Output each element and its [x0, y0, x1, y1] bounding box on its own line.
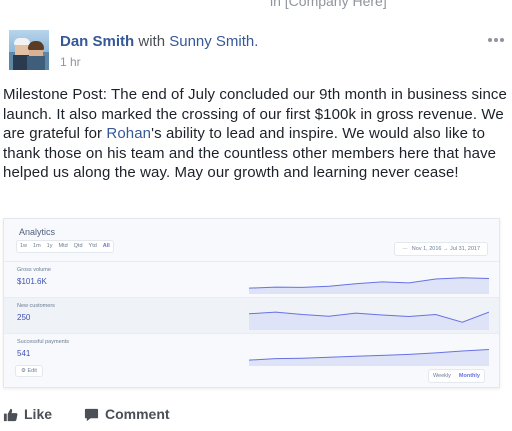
like-label: Like: [24, 406, 53, 422]
date-to: Jul 31, 2017: [450, 246, 480, 252]
comment-button[interactable]: Comment: [84, 404, 170, 424]
metric-row-gross-volume[interactable]: Gross volume $101.6K: [4, 261, 499, 297]
metric-value: 541: [17, 349, 31, 358]
edit-label: Edit: [27, 368, 37, 374]
metric-row-new-customers[interactable]: New customers 250: [4, 297, 499, 333]
metric-label: Successful payments: [17, 339, 69, 345]
view-option-weekly[interactable]: Weekly: [429, 370, 455, 382]
calendar-icon: ⁓: [402, 246, 408, 252]
metric-row-successful-payments[interactable]: Successful payments 541: [4, 333, 499, 369]
metric-value: 250: [17, 313, 31, 322]
view-toggle: Weekly Monthly: [427, 369, 485, 383]
post-actions-bar: Like Comment: [0, 404, 512, 426]
with-word: with: [138, 33, 166, 50]
author-name-link[interactable]: Dan Smith: [60, 33, 134, 50]
new-customers-sparkline: [249, 311, 489, 330]
analytics-title: Analytics: [19, 227, 56, 237]
more-options-icon[interactable]: [488, 36, 504, 44]
range-tab-qtd[interactable]: Qtd: [71, 241, 86, 252]
metric-label: Gross volume: [17, 267, 51, 273]
post-header: Dan Smith with Sunny Smith. 1 hr: [9, 30, 504, 72]
avatar[interactable]: [9, 30, 49, 70]
range-tabs: 1w 1m 1y Mtd Qtd Ytd All: [16, 240, 114, 253]
range-tab-1m[interactable]: 1m: [30, 241, 44, 252]
date-range-picker[interactable]: ⁓ Nov 1, 2016 → Jul 31, 2017: [394, 242, 488, 256]
post-body-text: Milestone Post: The end of July conclude…: [3, 85, 508, 183]
metric-value: $101.6K: [17, 277, 47, 286]
metric-label: New customers: [17, 303, 55, 309]
date-from: Nov 1, 2016: [411, 246, 442, 252]
range-tab-mtd[interactable]: Mtd: [55, 241, 70, 252]
like-button[interactable]: Like: [3, 404, 52, 424]
range-tab-1y[interactable]: 1y: [44, 241, 56, 252]
date-arrow-icon: →: [443, 246, 449, 252]
tagged-person-link[interactable]: Sunny Smith.: [169, 33, 258, 50]
top-cropped-text: in [Company Here]: [270, 0, 387, 9]
thumbs-up-icon: [3, 408, 18, 421]
sparkline-area: [249, 312, 489, 330]
speech-bubble-icon: [84, 408, 99, 421]
successful-payments-sparkline: [249, 349, 489, 366]
range-tab-1w[interactable]: 1w: [17, 241, 30, 252]
edit-button[interactable]: ⚙ Edit: [15, 365, 43, 377]
mention-link[interactable]: Rohan: [106, 125, 151, 142]
sparkline-area: [249, 277, 489, 294]
view-option-monthly[interactable]: Monthly: [455, 370, 484, 382]
analytics-screenshot: Analytics 1w 1m 1y Mtd Qtd Ytd All ⁓ Nov 1, 201…: [3, 218, 500, 388]
author-line: Dan Smith with Sunny Smith.: [60, 33, 258, 50]
comment-label: Comment: [105, 406, 170, 422]
post-timestamp[interactable]: 1 hr: [60, 55, 81, 69]
gross-volume-sparkline: [249, 277, 489, 294]
range-tab-ytd[interactable]: Ytd: [86, 241, 100, 252]
range-tab-all[interactable]: All: [100, 241, 113, 252]
